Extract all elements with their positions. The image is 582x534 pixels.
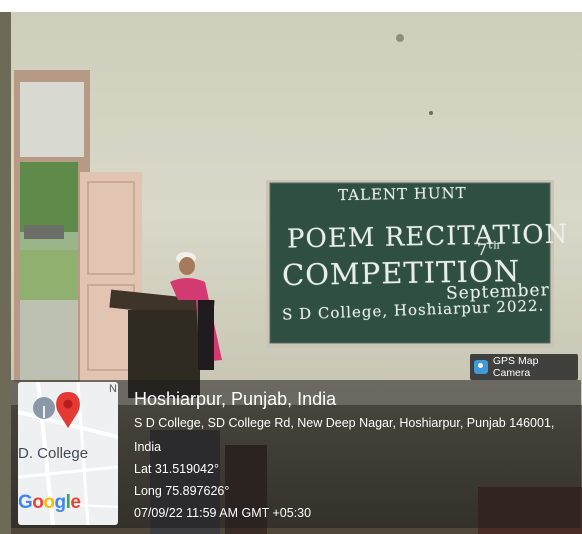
location-datetime: 07/09/22 11:59 AM GMT +05:30 xyxy=(134,506,312,520)
location-address-line1: S D College, SD College Rd, New Deep Nag… xyxy=(134,416,555,430)
location-longitude: Long 75.897626° xyxy=(134,484,230,498)
board-date: 7th xyxy=(477,240,501,259)
badge-label: GPS Map Camera xyxy=(492,355,539,379)
compass-letter: N xyxy=(109,383,117,395)
location-latitude: Lat 31.519042° xyxy=(134,462,219,476)
location-address-line2: India xyxy=(134,440,162,454)
place-icon xyxy=(33,397,55,419)
map-thumbnail: N D. College Google xyxy=(18,382,118,525)
board-date-day: 7 xyxy=(477,240,489,259)
map-place-label: D. College xyxy=(18,445,89,462)
board-title: TALENT HUNT xyxy=(337,183,467,205)
board-line1: POEM RECITATION xyxy=(286,219,569,255)
camera-app-icon xyxy=(474,360,488,374)
location-title: Hoshiarpur, Punjab, India xyxy=(134,389,337,409)
board-date-suffix: th xyxy=(488,240,501,252)
google-logo: Google xyxy=(18,492,81,513)
gps-camera-badge: GPS Map Camera xyxy=(470,354,578,380)
